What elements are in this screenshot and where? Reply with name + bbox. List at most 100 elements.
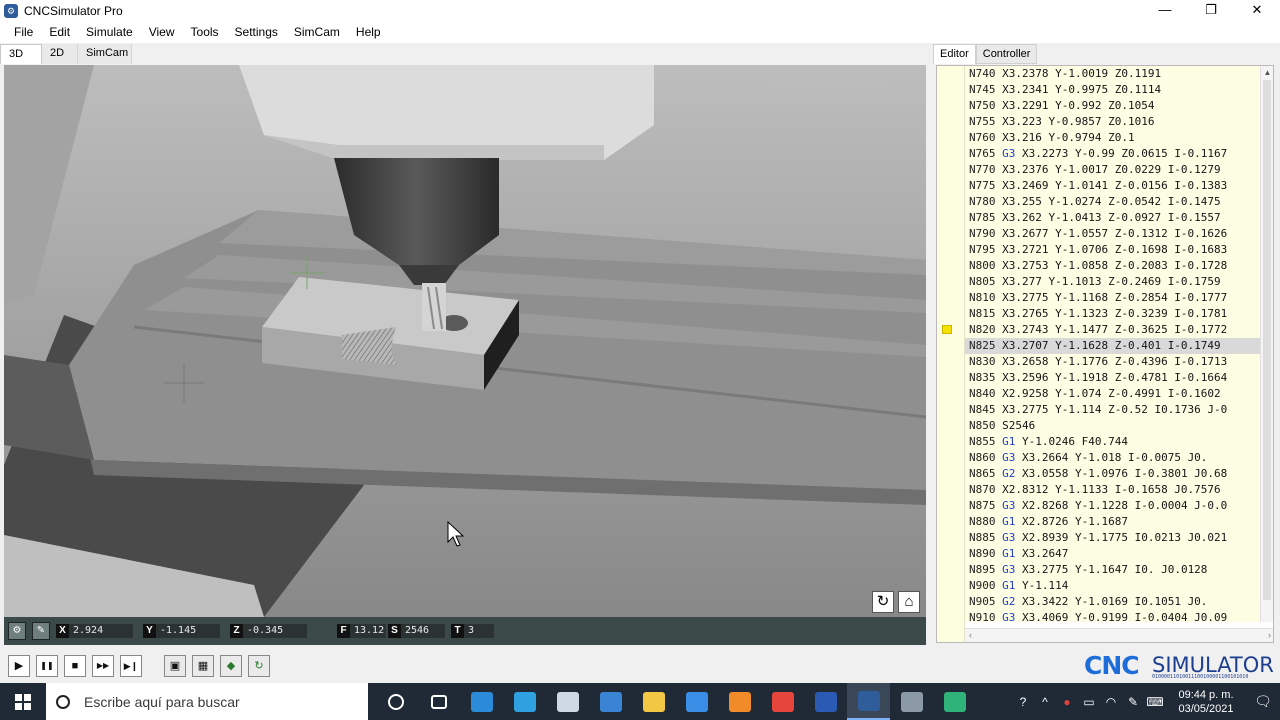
code-line[interactable]: N845 X3.2775 Y-1.114 Z-0.52 I0.1736 J-0	[965, 402, 1261, 418]
code-line[interactable]: N815 X3.2765 Y-1.1323 Z-0.3239 I-0.1781	[965, 306, 1261, 322]
chrome-icon[interactable]	[761, 683, 804, 720]
machine-icon[interactable]: ⌂	[898, 591, 920, 613]
stop-icon[interactable]: ■	[64, 655, 86, 677]
3d-viewport[interactable]: ↻ ⌂	[4, 65, 926, 617]
code-area[interactable]: N740 X3.2378 Y-1.0019 Z0.1191 N745 X3.234…	[965, 66, 1261, 622]
menu-file[interactable]: File	[6, 22, 41, 43]
code-line[interactable]: N880 G1 X2.8726 Y-1.1687	[965, 514, 1261, 530]
code-line[interactable]: N870 X2.8312 Y-1.1133 I-0.1658 J0.7576	[965, 482, 1261, 498]
dropbox-icon[interactable]	[546, 683, 589, 720]
code-line[interactable]: N745 X3.2341 Y-0.9975 Z0.1114	[965, 82, 1261, 98]
clock[interactable]: 09:44 p. m. 03/05/2021	[1166, 688, 1246, 716]
tab-3d[interactable]: 3D	[0, 44, 42, 64]
code-line[interactable]: N820 X3.2743 Y-1.1477 Z-0.3625 I-0.1772	[965, 322, 1261, 338]
tab-editor[interactable]: Editor	[933, 44, 976, 64]
calculator-icon[interactable]	[890, 683, 933, 720]
code-line[interactable]: N810 X3.2775 Y-1.1168 Z-0.2854 I-0.1777	[965, 290, 1261, 306]
pen-icon[interactable]: ✎	[1122, 695, 1144, 709]
code-line[interactable]: N885 G3 X2.8939 Y-1.1775 I0.0213 J0.021	[965, 530, 1261, 546]
terminal-icon[interactable]	[933, 683, 976, 720]
pause-icon[interactable]: ❚❚	[36, 655, 58, 677]
menu-edit[interactable]: Edit	[41, 22, 78, 43]
cube-icon[interactable]: ◆	[220, 655, 242, 677]
code-line[interactable]: N795 X3.2721 Y-1.0706 Z-0.1698 I-0.1683	[965, 242, 1261, 258]
edit-icon[interactable]: ✎	[32, 622, 50, 640]
visual-studio-code-icon[interactable]	[460, 683, 503, 720]
foxit-icon[interactable]	[718, 683, 761, 720]
task-view-icon[interactable]	[417, 683, 460, 720]
word-icon[interactable]	[804, 683, 847, 720]
code-line[interactable]: N910 G3 X3.4069 Y-0.9199 I-0.0404 J0.09	[965, 610, 1261, 622]
window-icon[interactable]: ▣	[164, 655, 186, 677]
step-icon[interactable]: ▶❙	[120, 655, 142, 677]
code-line[interactable]: N860 G3 X3.2664 Y-1.018 I-0.0075 J0.	[965, 450, 1261, 466]
mail-icon[interactable]	[675, 683, 718, 720]
store-icon[interactable]	[589, 683, 632, 720]
code-line[interactable]: N850 S2546	[965, 418, 1261, 434]
fast-forward-icon[interactable]: ▶▶	[92, 655, 114, 677]
chevron-up-icon[interactable]: ^	[1034, 695, 1056, 709]
code-line[interactable]: N780 X3.255 Y-1.0274 Z-0.0542 I-0.1475	[965, 194, 1261, 210]
minimize-button[interactable]: —	[1142, 0, 1188, 22]
record-icon[interactable]: ●	[1056, 695, 1078, 709]
menu-tools[interactable]: Tools	[183, 22, 227, 43]
scroll-up-icon[interactable]: ▲	[1261, 66, 1273, 79]
line-number: N820	[969, 323, 996, 336]
code-line[interactable]: N830 X3.2658 Y-1.1776 Z-0.4396 I-0.1713	[965, 354, 1261, 370]
tab-2d[interactable]: 2D	[42, 44, 78, 64]
refresh-icon[interactable]: ↻	[248, 655, 270, 677]
code-line[interactable]: N865 G2 X3.0558 Y-1.0976 I-0.3801 J0.68	[965, 466, 1261, 482]
tab-simcam[interactable]: SimCam	[78, 44, 132, 64]
scroll-left-icon[interactable]: ‹	[969, 629, 972, 642]
code-line[interactable]: N825 X3.2707 Y-1.1628 Z-0.401 I-0.1749	[965, 338, 1261, 354]
menu-simulate[interactable]: Simulate	[78, 22, 141, 43]
code-line[interactable]: N840 X2.9258 Y-1.074 Z-0.4991 I-0.1602	[965, 386, 1261, 402]
menu-settings[interactable]: Settings	[227, 22, 286, 43]
code-line[interactable]: N835 X3.2596 Y-1.1918 Z-0.4781 I-0.1664	[965, 370, 1261, 386]
code-line[interactable]: N740 X3.2378 Y-1.0019 Z0.1191	[965, 66, 1261, 82]
edge-icon[interactable]	[503, 683, 546, 720]
code-line[interactable]: N765 G3 X3.2273 Y-0.99 Z0.0615 I-0.1167	[965, 146, 1261, 162]
code-line[interactable]: N755 X3.223 Y-0.9857 Z0.1016	[965, 114, 1261, 130]
film-icon[interactable]: ▦	[192, 655, 214, 677]
code-arguments: X3.2341 Y-0.9975 Z0.1114	[1002, 83, 1162, 96]
play-icon[interactable]: ▶	[8, 655, 30, 677]
file-explorer-icon[interactable]	[632, 683, 675, 720]
menu-simcam[interactable]: SimCam	[286, 22, 348, 43]
battery-icon[interactable]: ▭	[1078, 695, 1100, 709]
settings-icon[interactable]: ⚙	[8, 622, 26, 640]
code-line[interactable]: N805 X3.277 Y-1.1013 Z-0.2469 I-0.1759	[965, 274, 1261, 290]
reset-view-icon[interactable]: ↻	[872, 591, 894, 613]
taskbar-search-box[interactable]: Escribe aquí para buscar	[46, 683, 368, 720]
code-line[interactable]: N895 G3 X3.2775 Y-1.1647 I0. J0.0128	[965, 562, 1261, 578]
code-line[interactable]: N785 X3.262 Y-1.0413 Z-0.0927 I-0.1557	[965, 210, 1261, 226]
code-line[interactable]: N775 X3.2469 Y-1.0141 Z-0.0156 I-0.1383	[965, 178, 1261, 194]
menu-help[interactable]: Help	[348, 22, 389, 43]
code-line[interactable]: N790 X3.2677 Y-1.0557 Z-0.1312 I-0.1626	[965, 226, 1261, 242]
code-line[interactable]: N900 G1 Y-1.114	[965, 578, 1261, 594]
notification-icon[interactable]: 🗨	[1246, 693, 1280, 710]
code-line[interactable]: N855 G1 Y-1.0246 F40.744	[965, 434, 1261, 450]
cnc-simulator-taskbar-icon[interactable]	[847, 683, 890, 720]
restore-button[interactable]: ❐	[1188, 0, 1234, 22]
help-icon[interactable]: ?	[1012, 695, 1034, 709]
vertical-scrollbar[interactable]: ▲	[1260, 66, 1273, 622]
code-line[interactable]: N875 G3 X2.8268 Y-1.1228 I-0.0004 J-0.0	[965, 498, 1261, 514]
code-line[interactable]: N800 X3.2753 Y-1.0858 Z-0.2083 I-0.1728	[965, 258, 1261, 274]
scroll-right-icon[interactable]: ›	[1268, 629, 1271, 642]
code-line[interactable]: N750 X3.2291 Y-0.992 Z0.1054	[965, 98, 1261, 114]
scroll-thumb[interactable]	[1263, 80, 1271, 600]
wifi-icon[interactable]: ◠	[1100, 695, 1122, 709]
tab-controller[interactable]: Controller	[975, 44, 1038, 64]
gcode-editor[interactable]: N740 X3.2378 Y-1.0019 Z0.1191 N745 X3.234…	[936, 65, 1274, 643]
close-button[interactable]: ✕	[1234, 0, 1280, 22]
code-line[interactable]: N760 X3.216 Y-0.9794 Z0.1	[965, 130, 1261, 146]
code-line[interactable]: N905 G2 X3.3422 Y-1.0169 I0.1051 J0.	[965, 594, 1261, 610]
code-line[interactable]: N890 G1 X3.2647	[965, 546, 1261, 562]
horizontal-scrollbar[interactable]: ‹ ›	[965, 628, 1273, 642]
start-button[interactable]	[0, 683, 46, 720]
code-line[interactable]: N770 X3.2376 Y-1.0017 Z0.0229 I-0.1279	[965, 162, 1261, 178]
keyboard-icon[interactable]: ⌨	[1144, 695, 1166, 709]
cortana-icon[interactable]	[374, 683, 417, 720]
menu-view[interactable]: View	[141, 22, 183, 43]
